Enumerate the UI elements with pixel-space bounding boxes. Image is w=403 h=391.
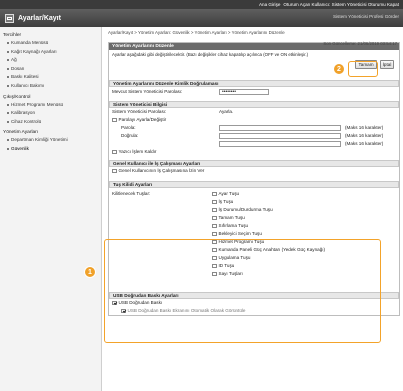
general-user-checkbox[interactable] [112,168,117,174]
sidebar-item-print-quality[interactable]: Baskı Kalitesi [3,73,101,82]
extra-max-note: (Maks 16 karakter) [345,141,384,146]
sidebar-item-control-menu[interactable]: Kumanda Menüsü [3,39,101,48]
cancel-button[interactable]: İptal [380,60,394,69]
admin-password-status: Ayarla. [219,109,234,114]
confirm-max-note: (Maks 16 karakter) [345,133,384,138]
current-password-field[interactable]: •••••••• [219,89,269,95]
callout-one: 1 [84,266,96,278]
confirm-label: Doğrula: [121,133,139,138]
current-password-label: Mevcut Sistem Yöneticisi Parolası: [112,89,183,94]
sidebar-item-user-maintenance[interactable]: Kullanıcı Bakımı [3,82,101,91]
confirm-field[interactable] [219,133,341,139]
callout-two: 2 [333,63,345,75]
sidebar-item-calibration[interactable]: Kalibrasyon [3,109,101,118]
password-field[interactable] [219,125,341,131]
section-admin-info: Sistem Yöneticisi Bilgisi [109,101,399,108]
last-updated: Son Güncelleme: 21/06/2019 03:54:17 [323,41,397,46]
key-item[interactable]: Ayar Tuşu [209,190,325,198]
sidebar-category-admin: Yönetim Ayarları [3,130,39,136]
key-item[interactable]: Sıfırlama Tuşu [209,222,325,230]
settings-icon [5,13,14,23]
sidebar-item-paper-source[interactable]: Kağıt Kaynağı Ayarları [3,48,101,57]
key-item[interactable]: Bekleyici Seçim Tuşu [209,230,325,238]
extra-field[interactable] [219,141,341,147]
notice-text: Ayarlar aşağıdaki gibi değiştirilecektir… [112,52,309,57]
printer-remove-checkbox[interactable] [112,149,117,155]
key-item[interactable]: Tamam Tuşu [209,214,325,222]
section-auth: Yönetim Ayarlarını Düzenle Kimlik Doğrul… [109,80,399,87]
set-change-password-checkbox[interactable] [112,117,117,123]
top-bar: Ana Girişe Oturum Açan Kullanıcı: Sistem… [0,0,403,9]
general-user-label: Genel Kullanıcının İş Çalışmasına İzin V… [118,168,205,173]
section-key-lock: Tuş Kilidi Ayarları [109,181,399,188]
admin-mode-label[interactable]: Sistem Yöneticisi Profesi Görder [333,14,399,19]
sidebar-category-control: Çıkış/Kontrol [3,94,31,100]
sidebar-category-preferences: Tercihler [3,33,22,38]
admin-password-label: Sistem Yöneticisi Parolası: [112,109,167,114]
sidebar: Tercihler Kumanda Menüsü Kağıt Kaynağı A… [0,27,102,391]
key-item[interactable]: İş Durumu/Durdurma Tuşu [209,206,325,214]
sidebar-item-device-control[interactable]: Cihaz Kontrolü [3,118,101,127]
set-change-password-label: Parolayı Ayarla/Değiştir [118,117,167,122]
sidebar-item-network[interactable]: Ağ [3,56,101,65]
sidebar-item-department-id[interactable]: Departman Kimliği Yönetimi [3,136,101,145]
key-item[interactable]: İş Tuşu [209,198,325,206]
section-general-user: Genel Kullanıcı ile İş Çalışması Ayarlar… [109,160,399,167]
printer-remove-label: Yazıcı İşlem Kaldır [118,149,157,154]
bottom-fade [103,377,403,391]
password-label: Parola: [121,125,136,130]
app-header: Ayarlar/Kayıt Sistem Yöneticisi Profesi … [0,9,403,27]
sidebar-item-security[interactable]: Güvenlik [3,145,101,154]
password-max-note: (Maks 16 karakter) [345,125,384,130]
sidebar-item-service-menu[interactable]: Hizmet Programı Menüsü [3,101,101,110]
sidebar-item-file[interactable]: Dosan [3,65,101,74]
key-lock-highlight [104,239,381,343]
breadcrumb: Ayarlar/Kayıt > Yönetim Ayarları: Güvenl… [108,30,285,35]
ok-button-highlight [348,61,378,77]
page-title: Ayarlar/Kayıt [18,14,61,22]
logout-link[interactable]: Oturum Açan Kullanıcı: Sistem Yöneticisi… [283,2,399,7]
home-link[interactable]: Ana Girişe [259,2,280,7]
